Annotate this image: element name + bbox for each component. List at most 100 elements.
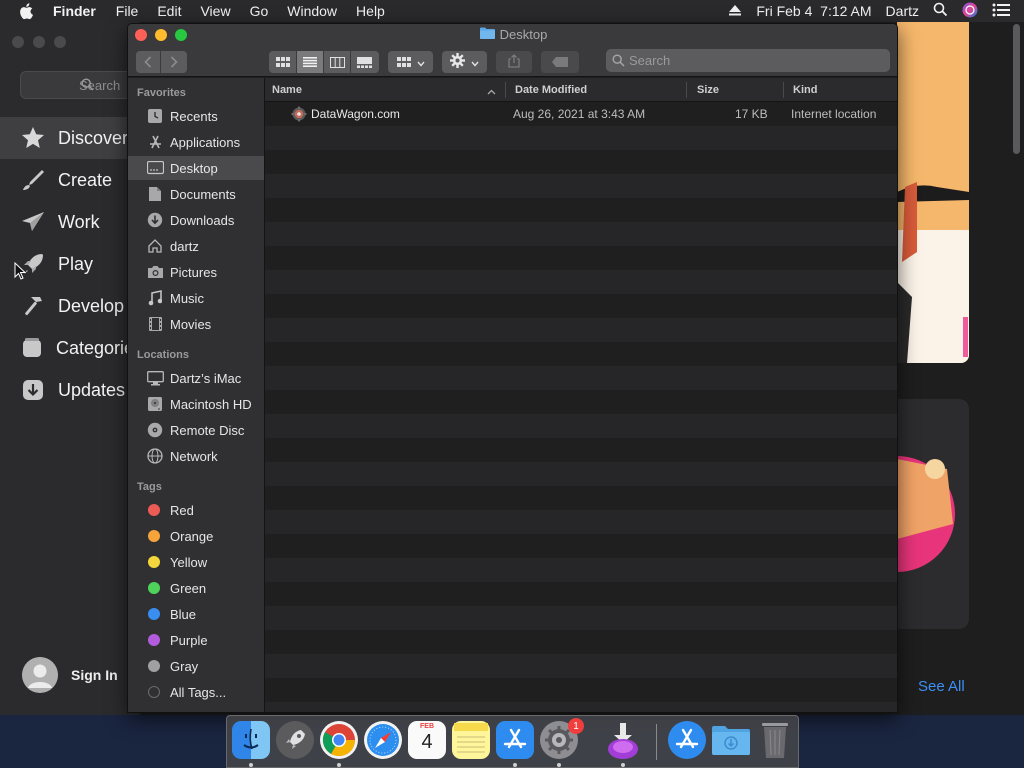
- nav-discover[interactable]: Discover: [0, 117, 140, 159]
- locations-header: Locations: [137, 349, 189, 361]
- sidebar-item-macintosh-hd[interactable]: Macintosh HD: [128, 392, 264, 416]
- sidebar-item-downloads[interactable]: Downloads: [128, 208, 264, 232]
- spotlight-icon[interactable]: [933, 2, 948, 20]
- menu-edit[interactable]: Edit: [157, 3, 181, 19]
- calendar-dock-icon[interactable]: FEB 4: [408, 721, 446, 759]
- icon-view-button[interactable]: [270, 51, 297, 73]
- hard-drive-icon: [145, 395, 165, 413]
- sidebar-item-applications[interactable]: Applications: [128, 130, 264, 154]
- sidebar-item-label: Orange: [170, 528, 214, 544]
- empty-row: [265, 486, 897, 510]
- column-header-kind[interactable]: Kind: [793, 78, 893, 102]
- menu-window[interactable]: Window: [287, 3, 337, 19]
- folder-icon: [479, 27, 495, 42]
- siri-icon[interactable]: [962, 2, 978, 21]
- group-by-button[interactable]: [388, 51, 433, 73]
- file-date: Aug 26, 2021 at 3:43 AM: [513, 107, 646, 121]
- system-preferences-dock-icon[interactable]: 1: [540, 718, 584, 759]
- list-view-button[interactable]: [297, 51, 324, 73]
- column-view-button[interactable]: [324, 51, 351, 73]
- downloads-folder-dock-icon[interactable]: [712, 721, 750, 759]
- installer-dock-icon[interactable]: [604, 721, 642, 759]
- scrollbar[interactable]: [1013, 24, 1020, 154]
- nav-play-label: Play: [58, 253, 94, 274]
- sidebar-item-movies[interactable]: Movies: [128, 312, 264, 336]
- sidebar-tag-purple[interactable]: Purple: [128, 628, 264, 652]
- menu-app-name[interactable]: Finder: [53, 3, 96, 19]
- sidebar-item-label: Red: [170, 502, 194, 518]
- sidebar-tag-red[interactable]: Red: [128, 498, 264, 522]
- download-icon: [145, 211, 165, 229]
- sidebar-item-label: Recents: [170, 108, 218, 124]
- table-row[interactable]: DataWagon.com Aug 26, 2021 at 3:43 AM 17…: [265, 102, 897, 126]
- empty-row: [265, 654, 897, 678]
- tag-color-dot: [148, 634, 160, 646]
- empty-row: [265, 630, 897, 654]
- trash-dock-icon[interactable]: [756, 721, 794, 759]
- notes-dock-icon[interactable]: [452, 721, 490, 759]
- empty-row: [265, 534, 897, 558]
- sidebar-tag-gray[interactable]: Gray: [128, 654, 264, 678]
- sidebar-tag-green[interactable]: Green: [128, 576, 264, 600]
- column-header-size[interactable]: Size: [697, 78, 782, 102]
- file-rows: DataWagon.com Aug 26, 2021 at 3:43 AM 17…: [265, 102, 897, 712]
- empty-row: [265, 678, 897, 702]
- forward-button[interactable]: [161, 51, 187, 73]
- action-menu-button[interactable]: [442, 51, 487, 73]
- nav-updates[interactable]: Updates: [0, 369, 140, 411]
- app-store-downloads-dock-icon[interactable]: [668, 721, 706, 759]
- menu-help[interactable]: Help: [356, 3, 385, 19]
- column-header-name[interactable]: Name: [272, 78, 497, 102]
- nav-develop[interactable]: Develop: [0, 285, 140, 327]
- sidebar-item-label: Movies: [170, 316, 212, 332]
- apple-menu-icon[interactable]: [17, 0, 37, 22]
- menu-bar: Finder File Edit View Go Window Help Fri…: [0, 0, 1024, 22]
- sidebar-item-recents[interactable]: Recents: [128, 104, 264, 128]
- menu-file[interactable]: File: [116, 3, 139, 19]
- search-placeholder: Search: [629, 53, 671, 68]
- finder-dock-icon[interactable]: [232, 721, 270, 759]
- internet-location-icon: [291, 102, 307, 126]
- nav-work-label: Work: [58, 211, 100, 232]
- chrome-dock-icon[interactable]: [320, 721, 358, 759]
- menu-go[interactable]: Go: [250, 3, 269, 19]
- gallery-view-button[interactable]: [351, 51, 378, 73]
- safari-dock-icon[interactable]: [364, 721, 402, 759]
- tags-header: Tags: [137, 481, 162, 493]
- sidebar-tag-blue[interactable]: Blue: [128, 602, 264, 626]
- featured-card[interactable]: [897, 22, 969, 363]
- sidebar-item-label: Documents: [170, 186, 236, 202]
- sidebar-item-remote-disc[interactable]: Remote Disc: [128, 418, 264, 442]
- see-all-link[interactable]: See All: [918, 678, 965, 695]
- sidebar-item-imac[interactable]: Dartz’s iMac: [128, 366, 264, 390]
- sidebar-tag-yellow[interactable]: Yellow: [128, 550, 264, 574]
- user-name[interactable]: Dartz: [886, 3, 919, 19]
- home-icon: [145, 237, 165, 255]
- sidebar-item-home[interactable]: dartz: [128, 234, 264, 258]
- menu-view[interactable]: View: [200, 3, 230, 19]
- clock-text[interactable]: Fri Feb 4 7:12 AM: [756, 3, 871, 19]
- sign-in-button[interactable]: Sign In: [22, 657, 118, 693]
- back-button[interactable]: [136, 51, 161, 73]
- search-input[interactable]: Search: [606, 49, 890, 72]
- nav-categories[interactable]: Categories: [0, 327, 143, 369]
- launchpad-dock-icon[interactable]: [276, 721, 314, 759]
- notification-center-icon[interactable]: [992, 3, 1010, 20]
- sidebar-item-documents[interactable]: Documents: [128, 182, 264, 206]
- app-store-dock-icon[interactable]: [496, 721, 534, 759]
- sidebar-item-network[interactable]: Network: [128, 444, 264, 468]
- nav-work[interactable]: Work: [0, 201, 140, 243]
- sidebar-item-desktop[interactable]: Desktop: [128, 156, 264, 180]
- edit-tags-button[interactable]: [541, 51, 579, 73]
- sidebar-item-label: Yellow: [170, 554, 208, 570]
- sidebar-item-pictures[interactable]: Pictures: [128, 260, 264, 284]
- share-button[interactable]: [496, 51, 532, 73]
- nav-create[interactable]: Create: [0, 159, 140, 201]
- sidebar-item-all-tags[interactable]: All Tags...: [128, 680, 264, 704]
- featured-card-secondary[interactable]: [897, 399, 969, 629]
- sidebar-item-music[interactable]: Music: [128, 286, 264, 310]
- file-name: DataWagon.com: [311, 107, 400, 121]
- eject-icon[interactable]: [728, 3, 742, 19]
- column-header-date[interactable]: Date Modified: [515, 78, 685, 102]
- sidebar-tag-orange[interactable]: Orange: [128, 524, 264, 548]
